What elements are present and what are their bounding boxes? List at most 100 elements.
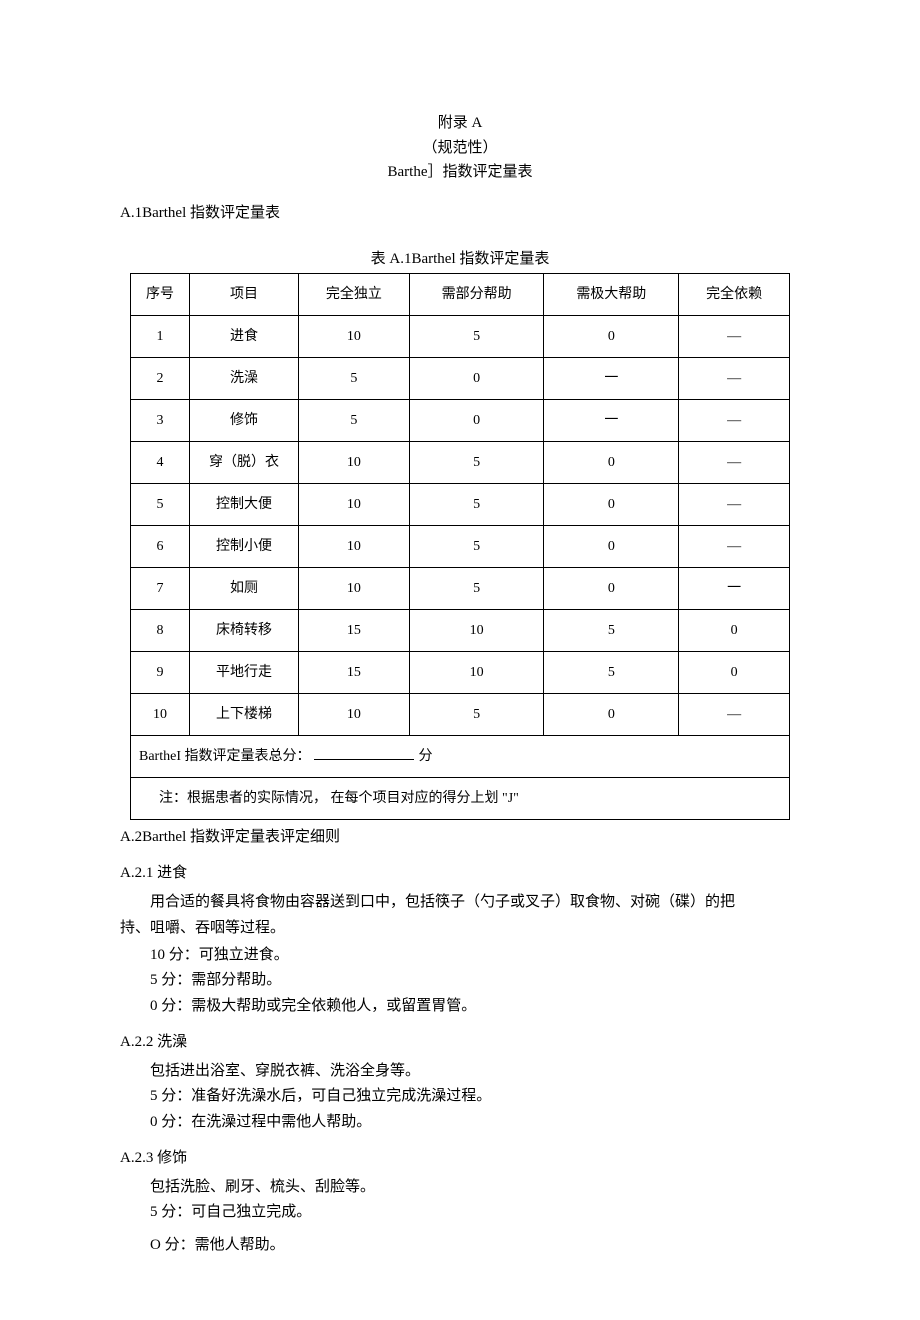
table-row: 6控制小便1050— — [131, 525, 790, 567]
table-cell: 洗澡 — [190, 357, 299, 399]
table-cell: 10 — [299, 315, 410, 357]
table-cell: — — [679, 357, 790, 399]
a21-score-5: 5 分：需部分帮助。 — [150, 969, 800, 992]
a21-text-cont: 持、咀嚼、吞咽等过程。 — [120, 917, 800, 940]
a21-scores: 10 分：可独立进食。 5 分：需部分帮助。 0 分：需极大帮助或完全依赖他人，… — [150, 944, 800, 1018]
table-cell: 15 — [299, 609, 410, 651]
table-cell: 3 — [131, 399, 190, 441]
table-cell: 5 — [544, 651, 679, 693]
table-cell: 穿（脱）衣 — [190, 441, 299, 483]
barthel-table: 序号 项目 完全独立 需部分帮助 需极大帮助 完全依赖 1进食1050—2洗澡5… — [130, 273, 790, 820]
table-cell: 10 — [299, 525, 410, 567]
table-row: 3修饰50一— — [131, 399, 790, 441]
table-cell: 4 — [131, 441, 190, 483]
table-cell: 上下楼梯 — [190, 693, 299, 735]
table-cell: 10 — [409, 651, 544, 693]
table-cell: 0 — [544, 693, 679, 735]
table-row: 7如厕1050一 — [131, 567, 790, 609]
table-footer-total: BartheI 指数评定量表总分：分 — [131, 735, 790, 777]
a23-score-0: O 分：需他人帮助。 — [150, 1234, 800, 1257]
table-cell: 10 — [409, 609, 544, 651]
th-item: 项目 — [190, 273, 299, 315]
table-cell: 0 — [409, 399, 544, 441]
table-footer-note: 注：根据患者的实际情况， 在每个项目对应的得分上划 "J" — [131, 777, 790, 819]
doc-title: Barthe］指数评定量表 — [120, 161, 800, 184]
table-cell: 平地行走 — [190, 651, 299, 693]
table-cell: — — [679, 399, 790, 441]
th-independent: 完全独立 — [299, 273, 410, 315]
table-cell: 9 — [131, 651, 190, 693]
table-cell: 5 — [409, 567, 544, 609]
table-cell: 7 — [131, 567, 190, 609]
table-cell: — — [679, 315, 790, 357]
table-header-row: 序号 项目 完全独立 需部分帮助 需极大帮助 完全依赖 — [131, 273, 790, 315]
table-row: 9平地行走151050 — [131, 651, 790, 693]
a22-block: 包括进出浴室、穿脱衣裤、洗浴全身等。 5 分：准备好洗澡水后，可自己独立完成洗澡… — [150, 1060, 800, 1134]
table-cell: 0 — [544, 483, 679, 525]
table-cell: 10 — [299, 483, 410, 525]
a21-text: 用合适的餐具将食物由容器送到口中，包括筷子（勺子或叉子）取食物、对碗（碟）的把 — [120, 891, 800, 914]
table-caption: 表 A.1Barthel 指数评定量表 — [120, 248, 800, 271]
table-cell: — — [679, 441, 790, 483]
table-cell: 1 — [131, 315, 190, 357]
a21-score-0: 0 分：需极大帮助或完全依赖他人，或留置胃管。 — [150, 995, 800, 1018]
table-cell: — — [679, 483, 790, 525]
footer-total-label: BartheI 指数评定量表总分： — [139, 749, 310, 764]
table-cell: 0 — [544, 525, 679, 567]
table-cell: 5 — [409, 315, 544, 357]
table-cell: — — [679, 693, 790, 735]
a22-score-5: 5 分：准备好洗澡水后，可自己独立完成洗澡过程。 — [150, 1085, 800, 1108]
normative-label: （规范性） — [120, 137, 800, 160]
a22-score-0: 0 分：在洗澡过程中需他人帮助。 — [150, 1111, 800, 1134]
a23-score-5: 5 分：可自己独立完成。 — [150, 1201, 800, 1224]
table-cell: 5 — [409, 693, 544, 735]
table-cell: 5 — [409, 441, 544, 483]
table-cell: 10 — [299, 567, 410, 609]
table-row: 10上下楼梯1050— — [131, 693, 790, 735]
th-seq: 序号 — [131, 273, 190, 315]
table-cell: 控制小便 — [190, 525, 299, 567]
table-cell: 5 — [299, 357, 410, 399]
table-cell: 10 — [299, 693, 410, 735]
table-row: 5控制大便1050— — [131, 483, 790, 525]
table-cell: 如厕 — [190, 567, 299, 609]
th-partial: 需部分帮助 — [409, 273, 544, 315]
table-cell: 15 — [299, 651, 410, 693]
table-cell: 0 — [544, 441, 679, 483]
table-cell: 0 — [679, 609, 790, 651]
table-cell: — — [679, 525, 790, 567]
table-cell: 一 — [679, 567, 790, 609]
total-score-underline — [314, 759, 414, 760]
th-full: 完全依赖 — [679, 273, 790, 315]
table-cell: 一 — [544, 399, 679, 441]
a22-heading: A.2.2 洗澡 — [120, 1031, 800, 1054]
table-cell: 0 — [679, 651, 790, 693]
table-cell: 0 — [544, 567, 679, 609]
table-row: 2洗澡50一— — [131, 357, 790, 399]
table-cell: 6 — [131, 525, 190, 567]
a21-heading: A.2.1 进食 — [120, 862, 800, 885]
table-cell: 修饰 — [190, 399, 299, 441]
th-major: 需极大帮助 — [544, 273, 679, 315]
table-cell: 5 — [544, 609, 679, 651]
table-row: 8床椅转移151050 — [131, 609, 790, 651]
appendix-label: 附录 A — [120, 112, 800, 135]
table-row: 4穿（脱）衣1050— — [131, 441, 790, 483]
a21-score-10: 10 分：可独立进食。 — [150, 944, 800, 967]
table-cell: 8 — [131, 609, 190, 651]
a23-heading: A.2.3 修饰 — [120, 1147, 800, 1170]
table-cell: 0 — [409, 357, 544, 399]
table-cell: 控制大便 — [190, 483, 299, 525]
table-cell: 床椅转移 — [190, 609, 299, 651]
table-cell: 0 — [544, 315, 679, 357]
a23-text: 包括洗脸、刷牙、梳头、刮脸等。 — [150, 1176, 800, 1199]
section-a2-heading: A.2Barthel 指数评定量表评定细则 — [120, 826, 800, 849]
table-cell: 10 — [131, 693, 190, 735]
table-cell: 5 — [409, 483, 544, 525]
a23-block: 包括洗脸、刷牙、梳头、刮脸等。 5 分：可自己独立完成。 O 分：需他人帮助。 — [150, 1176, 800, 1257]
table-cell: 2 — [131, 357, 190, 399]
table-cell: 5 — [131, 483, 190, 525]
table-cell: 5 — [409, 525, 544, 567]
a22-text: 包括进出浴室、穿脱衣裤、洗浴全身等。 — [150, 1060, 800, 1083]
table-cell: 进食 — [190, 315, 299, 357]
